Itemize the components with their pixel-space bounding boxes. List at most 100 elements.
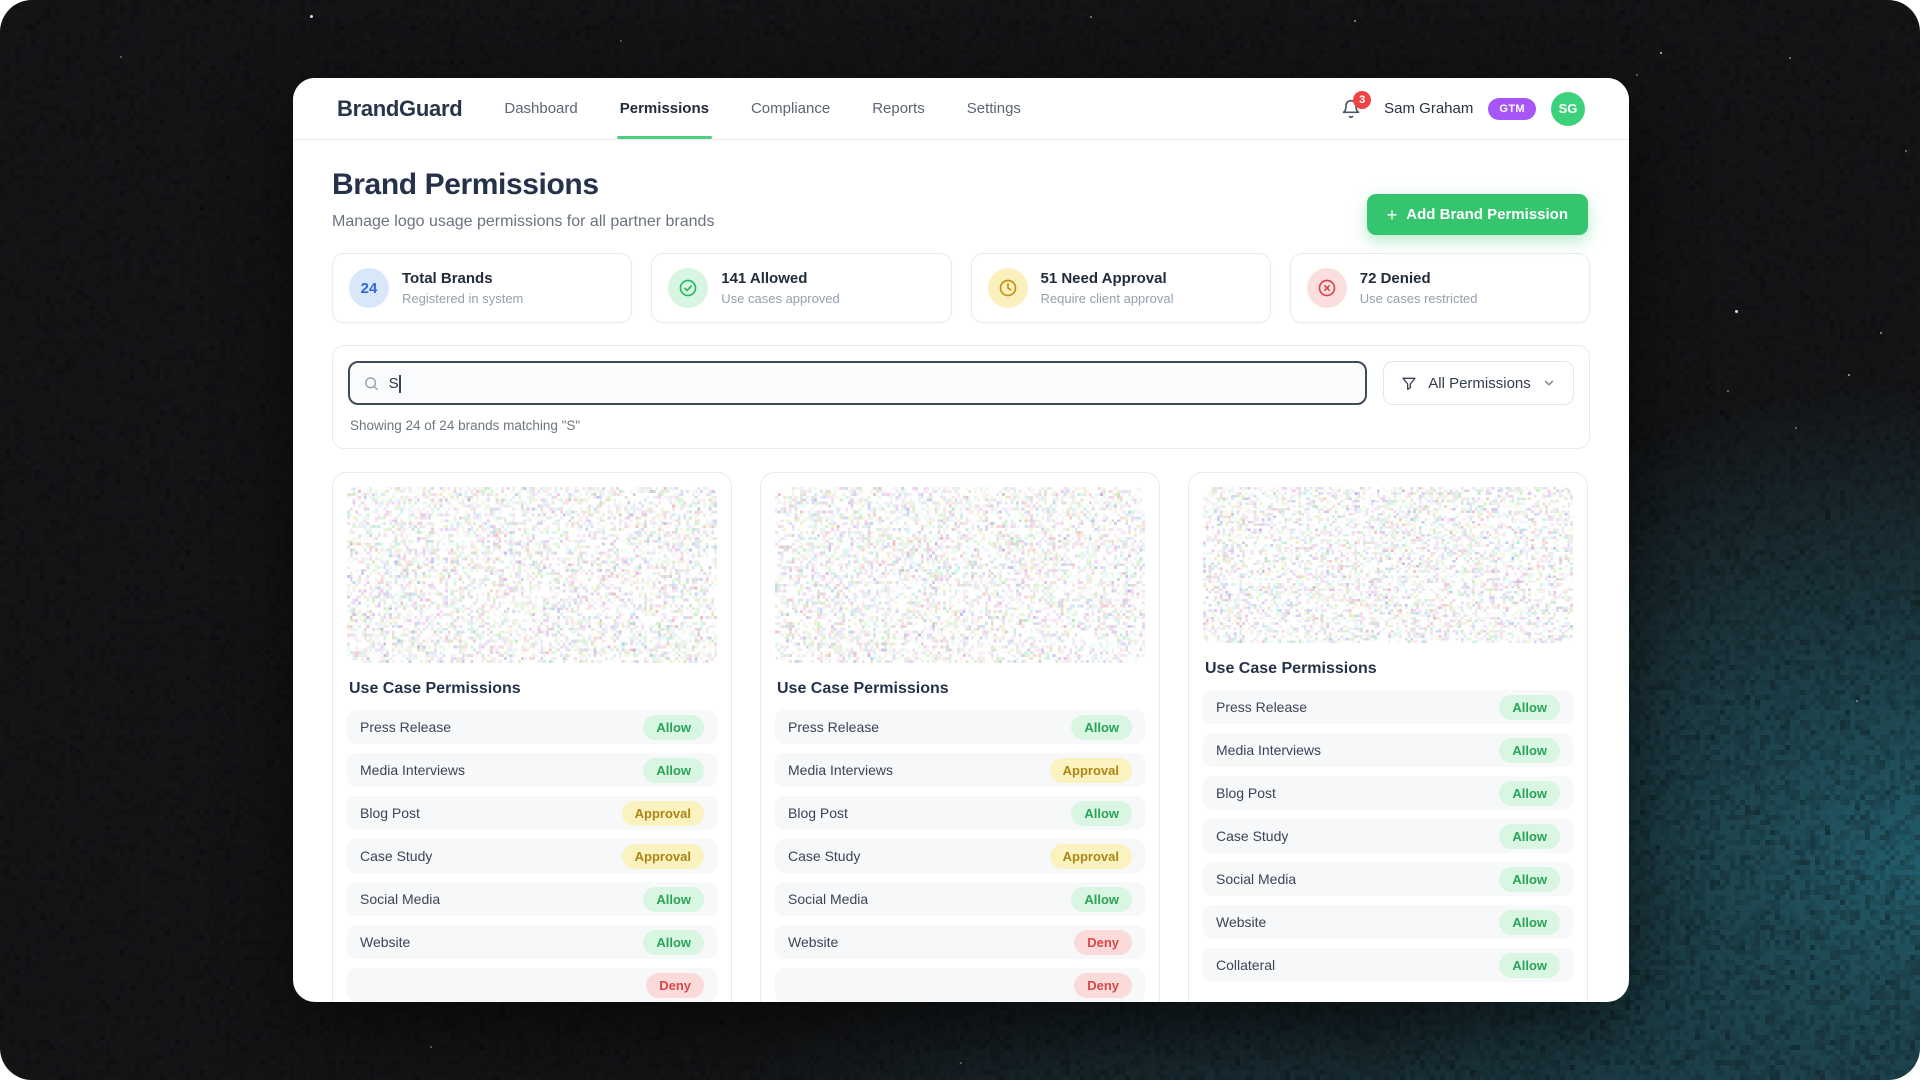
search-box[interactable]	[348, 361, 1367, 405]
nav-tab-permissions[interactable]: Permissions	[620, 78, 709, 139]
app-logo: BrandGuard	[337, 96, 462, 122]
permission-label: Media Interviews	[788, 762, 893, 778]
permission-row: Blog Post Approval	[347, 796, 717, 830]
star-dot	[310, 15, 313, 18]
x-circle-icon	[1307, 268, 1347, 308]
status-badge[interactable]: Approval	[1050, 844, 1132, 869]
permission-row: Press ReleaseAllow	[347, 710, 717, 744]
status-badge[interactable]: Allow	[1499, 910, 1560, 935]
stat-card-141-allowed: 141 Allowed Use cases approved	[651, 253, 951, 323]
stat-subtitle: Use cases restricted	[1360, 291, 1478, 306]
plus-icon: +	[1387, 206, 1398, 224]
status-badge[interactable]: Allow	[1499, 695, 1560, 720]
status-badge[interactable]: Approval	[1050, 758, 1132, 783]
permission-row: Deny	[347, 968, 717, 1002]
stats-row: 24Total BrandsRegistered in system141 Al…	[332, 253, 1590, 323]
permission-row: Case StudyAllow	[1203, 819, 1573, 853]
permission-row: Website Deny	[775, 925, 1145, 959]
permission-row: Website Allow	[1203, 905, 1573, 939]
star-dot	[120, 56, 122, 58]
results-count-text: Showing 24 of 24 brands matching "S"	[348, 418, 1574, 433]
nav-tab-compliance[interactable]: Compliance	[751, 78, 830, 139]
permission-label: Blog Post	[360, 805, 420, 821]
status-badge[interactable]: Allow	[1071, 715, 1132, 740]
nav-tab-settings[interactable]: Settings	[967, 78, 1021, 139]
status-badge[interactable]: Allow	[1071, 801, 1132, 826]
permission-label: Social Media	[788, 891, 868, 907]
brand-logo-image	[1203, 487, 1573, 643]
brand-card: Use Case Permissions Press ReleaseAllow Me…	[332, 472, 732, 1002]
stat-subtitle: Require client approval	[1041, 291, 1174, 306]
status-badge[interactable]: Approval	[622, 801, 704, 826]
stat-subtitle: Registered in system	[402, 291, 523, 306]
search-input[interactable]	[389, 375, 1352, 392]
user-name: Sam Graham	[1384, 100, 1473, 117]
filter-icon	[1401, 375, 1417, 391]
star-dot	[1905, 150, 1907, 152]
status-badge[interactable]: Allow	[1499, 781, 1560, 806]
permissions-filter-dropdown[interactable]: All Permissions	[1383, 361, 1574, 405]
permission-row: Blog Post Allow	[775, 796, 1145, 830]
permission-row: Case StudyApproval	[775, 839, 1145, 873]
star-dot	[1727, 390, 1729, 392]
nav-tab-reports[interactable]: Reports	[872, 78, 925, 139]
permission-row: Media Interviews Approval	[775, 753, 1145, 787]
app-window: BrandGuard Dashboard Permissions Complianc…	[293, 78, 1629, 1002]
filter-label: All Permissions	[1428, 375, 1531, 392]
permission-label: Collateral	[1216, 957, 1275, 973]
stat-title: Total Brands	[402, 270, 523, 287]
permission-row: Press Release Allow	[775, 710, 1145, 744]
status-badge[interactable]: Allow	[1499, 738, 1560, 763]
star-dot	[620, 40, 622, 42]
permission-row: Media Interviews Allow	[347, 753, 717, 787]
star-dot	[1789, 57, 1791, 59]
permission-row: Social Media Allow	[347, 882, 717, 916]
search-icon	[363, 375, 380, 392]
permission-label: Website	[360, 934, 410, 950]
permission-label: Blog Post	[788, 805, 848, 821]
star-dot	[960, 1062, 962, 1064]
star-dot	[1795, 427, 1797, 429]
permission-label: Press Release	[1216, 699, 1307, 715]
brand-logo-image	[347, 487, 717, 663]
permission-label: Blog Post	[1216, 785, 1276, 801]
permission-row: Collateral Allow	[1203, 948, 1573, 982]
status-badge[interactable]: Allow	[643, 758, 704, 783]
brand-card: Use Case PermissionsPress ReleaseAllowMe…	[1188, 472, 1588, 1002]
top-navbar: BrandGuard Dashboard Permissions Complianc…	[293, 78, 1629, 140]
status-badge[interactable]: Deny	[1074, 973, 1132, 998]
permission-label: Media Interviews	[360, 762, 465, 778]
add-brand-permission-button[interactable]: + Add Brand Permission	[1367, 194, 1588, 235]
stat-subtitle: Use cases approved	[721, 291, 840, 306]
status-badge[interactable]: Deny	[646, 973, 704, 998]
status-badge[interactable]: Allow	[643, 887, 704, 912]
star-dot	[1856, 700, 1858, 702]
notifications-button[interactable]: 3	[1341, 99, 1361, 119]
use-case-permissions-title: Use Case Permissions	[1205, 660, 1571, 678]
brand-logo-image	[775, 487, 1145, 663]
team-badge[interactable]: GTM	[1488, 98, 1536, 120]
permission-label: Press Release	[788, 719, 879, 735]
permission-row: Deny	[775, 968, 1145, 1002]
brand-card: Use Case PermissionsPress ReleaseAllowMe…	[760, 472, 1160, 1002]
permission-label: Website	[788, 934, 838, 950]
status-badge[interactable]: Allow	[1499, 824, 1560, 849]
status-badge[interactable]: Allow	[643, 715, 704, 740]
status-badge[interactable]: Deny	[1074, 930, 1132, 955]
avatar[interactable]: SG	[1551, 92, 1585, 126]
permission-label: Website	[1216, 914, 1266, 930]
status-badge[interactable]: Allow	[643, 930, 704, 955]
use-case-permissions-title: Use Case Permissions	[349, 680, 715, 698]
status-badge[interactable]: Allow	[1499, 867, 1560, 892]
nav-tab-dashboard[interactable]: Dashboard	[504, 78, 577, 139]
permission-row: Website Allow	[347, 925, 717, 959]
status-badge[interactable]: Approval	[622, 844, 704, 869]
notification-count-badge: 3	[1353, 91, 1371, 109]
status-badge[interactable]: Allow	[1499, 953, 1560, 978]
status-badge[interactable]: Allow	[1071, 887, 1132, 912]
stat-title: 72 Denied	[1360, 270, 1478, 287]
text-cursor	[399, 375, 401, 393]
stat-title: 141 Allowed	[721, 270, 840, 287]
permission-row: Social Media Allow	[775, 882, 1145, 916]
permission-label: Social Media	[360, 891, 440, 907]
